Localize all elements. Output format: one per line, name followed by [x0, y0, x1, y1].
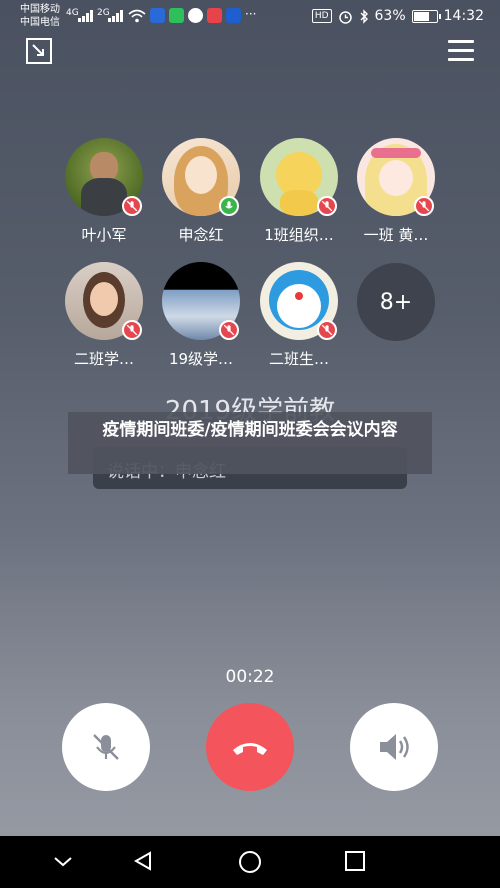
- chat-bubble-icon: [188, 8, 203, 23]
- mic-muted-icon: [122, 196, 142, 216]
- overlay-text: 疫情期间班委/疫情期间班委会会议内容: [102, 420, 398, 440]
- more-count: 8+: [379, 289, 413, 315]
- status-right: HD 63% 14:32: [311, 8, 484, 24]
- menu-button[interactable]: [448, 40, 474, 62]
- menu-line: [448, 40, 474, 43]
- video-app-icon: [169, 8, 184, 23]
- battery-fill: [413, 11, 429, 21]
- shrink-arrow-icon: [32, 44, 44, 56]
- app-notification-icon: [150, 8, 165, 23]
- collapse-nav-icon[interactable]: [52, 850, 74, 872]
- alarm-icon: [338, 10, 352, 24]
- home-icon[interactable]: [238, 850, 262, 874]
- member-name: 19级学…: [168, 350, 234, 368]
- battery-icon: [411, 9, 441, 23]
- member-tile[interactable]: 叶小军: [49, 138, 159, 245]
- minimize-call-button[interactable]: [26, 38, 52, 64]
- news-app-icon: [226, 8, 241, 23]
- mute-button[interactable]: [62, 703, 150, 791]
- member-tile[interactable]: 1班组织…: [244, 138, 354, 245]
- bluetooth-icon: [360, 8, 368, 24]
- carrier-info: 中国移动 中国电信: [20, 3, 60, 29]
- mic-muted-icon: [414, 196, 434, 216]
- hd-badge: HD: [311, 9, 332, 23]
- menu-line: [448, 58, 474, 61]
- more-members-button[interactable]: 8+: [357, 263, 435, 341]
- mic-muted-icon: [219, 320, 239, 340]
- map-app-icon: [207, 8, 222, 23]
- member-tile[interactable]: 二班学…: [49, 262, 159, 369]
- recents-icon[interactable]: [344, 850, 366, 872]
- member-name: 二班生…: [268, 350, 329, 368]
- caption-overlay: 疫情期间班委/疫情期间班委会会议内容: [68, 412, 432, 474]
- navigation-bar: [0, 836, 500, 888]
- member-tile[interactable]: 申念红: [146, 138, 256, 245]
- battery-percent: 63%: [374, 8, 406, 24]
- member-name: 一班 黄…: [363, 226, 429, 244]
- member-name: 1班组织…: [264, 226, 334, 244]
- member-name: 申念红: [178, 226, 224, 244]
- signal-1-label: 4G: [66, 8, 79, 18]
- carrier-1: 中国移动: [20, 4, 60, 15]
- signal-icon: [78, 10, 93, 22]
- wifi-icon: [128, 9, 146, 23]
- clock: 14:32: [443, 8, 484, 24]
- member-name: 叶小军: [81, 226, 127, 244]
- menu-line: [448, 49, 474, 52]
- back-icon[interactable]: [132, 850, 154, 872]
- voice-call-screen: 中国移动 中国电信 4G 2G ··· HD 63% 14:32 叶小军 申念红…: [0, 0, 500, 888]
- hangup-button[interactable]: [206, 703, 294, 791]
- signal-2-icon: [108, 10, 123, 22]
- mic-on-icon: [219, 196, 239, 216]
- member-tile[interactable]: 二班生…: [244, 262, 354, 369]
- notification-icons: ···: [150, 8, 256, 23]
- mic-muted-icon: [122, 320, 142, 340]
- carrier-2: 中国电信: [20, 17, 60, 28]
- member-name: 二班学…: [73, 350, 134, 368]
- mic-muted-icon: [317, 196, 337, 216]
- mic-muted-icon: [317, 320, 337, 340]
- speaker-icon: [380, 734, 409, 760]
- speaker-button[interactable]: [350, 703, 438, 791]
- mic-off-icon: [93, 734, 119, 760]
- member-tile[interactable]: 一班 黄…: [341, 138, 451, 245]
- more-notifications-icon: ···: [245, 7, 257, 21]
- member-tile[interactable]: 19级学…: [146, 262, 256, 369]
- call-timer: 00:22: [225, 667, 275, 687]
- status-bar: 中国移动 中国电信 4G 2G ··· HD 63% 14:32: [0, 0, 500, 34]
- hangup-icon: [233, 743, 267, 755]
